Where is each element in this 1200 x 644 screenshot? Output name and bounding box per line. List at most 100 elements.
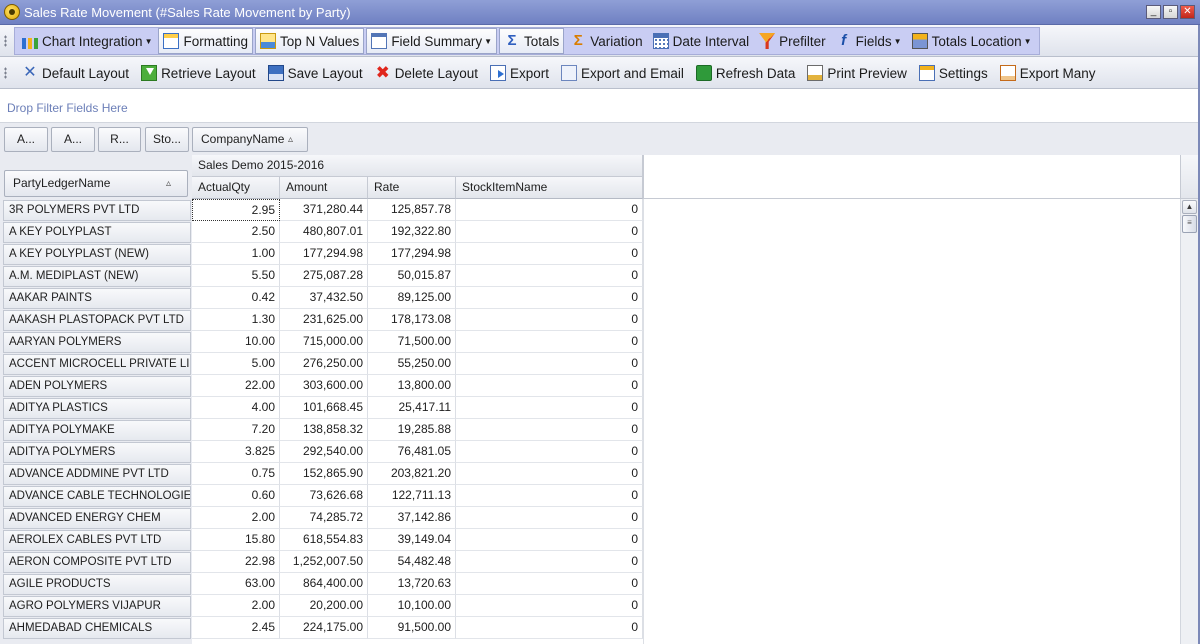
cell-rate[interactable]: 13,800.00 [368, 375, 456, 397]
cell-stockitemname[interactable]: 0 [456, 375, 643, 397]
column-group-header[interactable]: Sales Demo 2015-2016 [192, 155, 643, 177]
row-header-party[interactable]: ADITYA POLYMERS [3, 442, 191, 463]
cell-rate[interactable]: 25,417.11 [368, 397, 456, 419]
cell-amount[interactable]: 152,865.90 [280, 463, 368, 485]
refresh-data-button[interactable]: Refresh Data [690, 60, 802, 86]
totals-button[interactable]: Σ Totals [499, 28, 565, 54]
cell-rate[interactable]: 76,481.05 [368, 441, 456, 463]
cell-actualqty[interactable]: 3.825 [192, 441, 280, 463]
cell-stockitemname[interactable]: 0 [456, 441, 643, 463]
variation-button[interactable]: Σ Variation [565, 28, 647, 54]
row-header-party[interactable]: ADITYA PLASTICS [3, 398, 191, 419]
column-header-rate[interactable]: Rate [368, 177, 456, 199]
cell-rate[interactable]: 10,100.00 [368, 595, 456, 617]
export-and-email-button[interactable]: Export and Email [555, 60, 690, 86]
column-field-companyname[interactable]: CompanyName ▵ [192, 127, 308, 152]
cell-stockitemname[interactable]: 0 [456, 529, 643, 551]
prefilter-button[interactable]: Prefilter [754, 28, 831, 54]
settings-button[interactable]: Settings [913, 60, 994, 86]
cell-rate[interactable]: 125,857.78 [368, 199, 456, 221]
row-header-party[interactable]: AGRO POLYMERS VIJAPUR [3, 596, 191, 617]
cell-stockitemname[interactable]: 0 [456, 463, 643, 485]
cell-actualqty[interactable]: 22.00 [192, 375, 280, 397]
cell-stockitemname[interactable]: 0 [456, 199, 643, 221]
minimize-button[interactable]: _ [1146, 5, 1161, 19]
retrieve-layout-button[interactable]: Retrieve Layout [135, 60, 262, 86]
cell-actualqty[interactable]: 2.50 [192, 221, 280, 243]
cell-amount[interactable]: 73,626.68 [280, 485, 368, 507]
fields-button[interactable]: f Fields ▼ [831, 28, 907, 54]
save-layout-button[interactable]: Save Layout [262, 60, 369, 86]
cell-rate[interactable]: 39,149.04 [368, 529, 456, 551]
cell-stockitemname[interactable]: 0 [456, 309, 643, 331]
cell-amount[interactable]: 618,554.83 [280, 529, 368, 551]
cell-actualqty[interactable]: 2.00 [192, 507, 280, 529]
row-header-party[interactable]: AHMEDABAD CHEMICALS [3, 618, 191, 639]
cell-amount[interactable]: 74,285.72 [280, 507, 368, 529]
cell-actualqty[interactable]: 15.80 [192, 529, 280, 551]
cell-amount[interactable]: 292,540.00 [280, 441, 368, 463]
cell-amount[interactable]: 275,087.28 [280, 265, 368, 287]
row-header-party[interactable]: AGILE PRODUCTS [3, 574, 191, 595]
export-many-button[interactable]: Export Many [994, 60, 1102, 86]
data-field-actualqty[interactable]: A... [4, 127, 48, 152]
cell-amount[interactable]: 480,807.01 [280, 221, 368, 243]
cell-stockitemname[interactable]: 0 [456, 287, 643, 309]
column-header-stockitemname[interactable]: StockItemName [456, 177, 643, 199]
cell-amount[interactable]: 177,294.98 [280, 243, 368, 265]
cell-stockitemname[interactable]: 0 [456, 243, 643, 265]
data-field-amount[interactable]: A... [51, 127, 95, 152]
data-field-stockitemname[interactable]: Sto... [145, 127, 189, 152]
cell-rate[interactable]: 37,142.86 [368, 507, 456, 529]
default-layout-button[interactable]: ✕ Default Layout [16, 60, 135, 86]
scroll-thumb[interactable]: ≡ [1182, 215, 1197, 233]
dropdown-arrow-icon[interactable]: ▼ [894, 37, 902, 46]
cell-rate[interactable]: 177,294.98 [368, 243, 456, 265]
cell-stockitemname[interactable]: 0 [456, 265, 643, 287]
cell-rate[interactable]: 54,482.48 [368, 551, 456, 573]
row-header-party[interactable]: AERON COMPOSITE PVT LTD [3, 552, 191, 573]
cell-amount[interactable]: 715,000.00 [280, 331, 368, 353]
row-header-party[interactable]: ADEN POLYMERS [3, 376, 191, 397]
cell-actualqty[interactable]: 2.95 [192, 199, 280, 221]
formatting-button[interactable]: Formatting [158, 28, 254, 54]
export-button[interactable]: Export [484, 60, 555, 86]
data-field-rate[interactable]: R... [98, 127, 141, 152]
row-header-party[interactable]: AARYAN POLYMERS [3, 332, 191, 353]
row-header-party[interactable]: ADVANCED ENERGY CHEM [3, 508, 191, 529]
toolbar-grip[interactable] [4, 35, 7, 47]
date-interval-button[interactable]: Date Interval [648, 28, 755, 54]
toolbar-grip[interactable] [4, 67, 7, 79]
cell-stockitemname[interactable]: 0 [456, 397, 643, 419]
cell-amount[interactable]: 101,668.45 [280, 397, 368, 419]
cell-rate[interactable]: 89,125.00 [368, 287, 456, 309]
row-header-party[interactable]: 3R POLYMERS PVT LTD [3, 200, 191, 221]
dropdown-arrow-icon[interactable]: ▼ [484, 37, 492, 46]
row-header-party[interactable]: A.M. MEDIPLAST (NEW) [3, 266, 191, 287]
cell-rate[interactable]: 122,711.13 [368, 485, 456, 507]
cell-amount[interactable]: 303,600.00 [280, 375, 368, 397]
cell-actualqty[interactable]: 22.98 [192, 551, 280, 573]
cell-actualqty[interactable]: 0.60 [192, 485, 280, 507]
column-header-amount[interactable]: Amount [280, 177, 368, 199]
cell-actualqty[interactable]: 2.45 [192, 617, 280, 639]
vertical-scrollbar[interactable]: ▲ ≡ [1180, 199, 1198, 644]
scroll-up-button[interactable]: ▲ [1182, 200, 1197, 214]
cell-stockitemname[interactable]: 0 [456, 551, 643, 573]
dropdown-arrow-icon[interactable]: ▼ [1024, 37, 1032, 46]
column-header-actualqty[interactable]: ActualQty [192, 177, 280, 199]
row-header-party[interactable]: ADVANCE ADDMINE PVT LTD [3, 464, 191, 485]
dropdown-arrow-icon[interactable]: ▼ [145, 37, 153, 46]
cell-amount[interactable]: 864,400.00 [280, 573, 368, 595]
row-header-party[interactable]: A KEY POLYPLAST (NEW) [3, 244, 191, 265]
cell-amount[interactable]: 37,432.50 [280, 287, 368, 309]
cell-actualqty[interactable]: 63.00 [192, 573, 280, 595]
cell-stockitemname[interactable]: 0 [456, 507, 643, 529]
cell-stockitemname[interactable]: 0 [456, 595, 643, 617]
cell-rate[interactable]: 178,173.08 [368, 309, 456, 331]
cell-actualqty[interactable]: 5.00 [192, 353, 280, 375]
cell-stockitemname[interactable]: 0 [456, 617, 643, 639]
row-header-party[interactable]: AAKAR PAINTS [3, 288, 191, 309]
cell-amount[interactable]: 371,280.44 [280, 199, 368, 221]
cell-amount[interactable]: 20,200.00 [280, 595, 368, 617]
